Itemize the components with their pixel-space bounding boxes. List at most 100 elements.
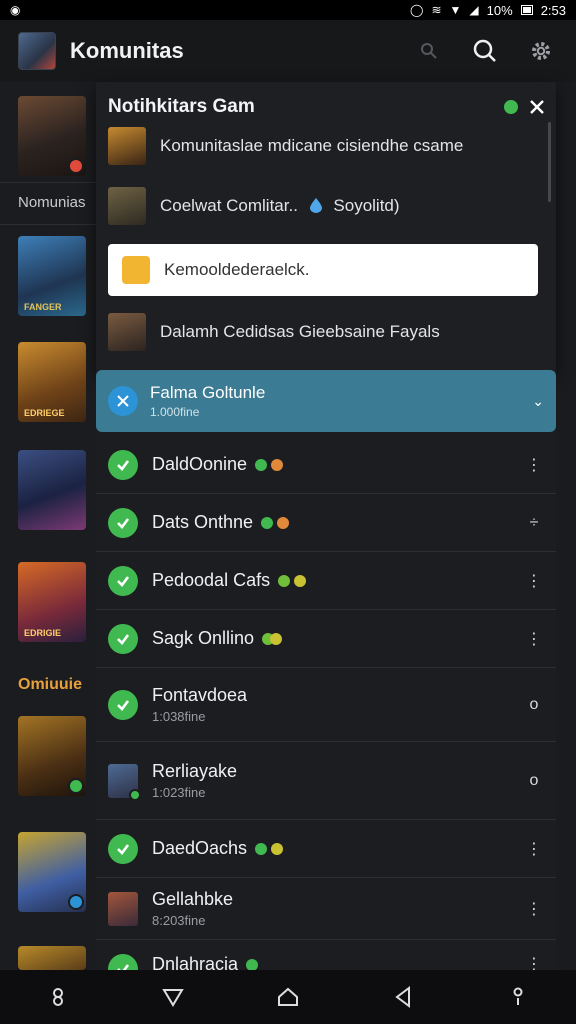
check-icon: [108, 507, 138, 538]
notification-text: Dalamh Cedidsas Gieebsaine Fayals: [160, 322, 440, 341]
check-icon: [108, 623, 138, 654]
gear-icon[interactable]: [524, 34, 558, 68]
notification-thumb: [108, 127, 146, 165]
section-label: Nomunias: [18, 194, 86, 211]
friend-status: 8:203fine: [152, 913, 206, 928]
clock: 2:53: [540, 2, 566, 18]
community-thumb[interactable]: FANGER: [18, 236, 86, 316]
notification-item-highlighted[interactable]: Kemooldederaelck.: [108, 244, 538, 296]
signal-icon: ◢: [469, 3, 479, 17]
friend-row[interactable]: Rerliayake 1:023fine o: [96, 742, 556, 820]
friend-name: Sagk Onllino: [152, 628, 283, 649]
status-dot: [270, 632, 283, 645]
notification-text-part: Soyolitd): [333, 196, 400, 215]
status-dot: [255, 842, 268, 855]
friends-header-subtitle: 1.000fine: [150, 405, 200, 419]
divider: [0, 182, 100, 183]
back-triangle-icon[interactable]: [153, 977, 193, 1017]
status-dot: [255, 458, 268, 471]
friend-row[interactable]: Gellahbke 8:203fine ⋮: [96, 878, 556, 940]
scrollbar[interactable]: [548, 122, 551, 202]
friend-name-text: Pedoodal Cafs: [152, 570, 271, 590]
friends-list: Falma Goltunle 1.000fine ⌄ DaldOonine ⋮ …: [96, 370, 556, 984]
thumb-caption: EDRIGIE: [24, 628, 62, 638]
community-thumb[interactable]: [18, 946, 86, 970]
friend-row[interactable]: DaldOonine ⋮: [96, 436, 556, 494]
notification-text: Coelwat Comlitar.. Soyolitd): [160, 196, 400, 216]
recents-icon[interactable]: [38, 977, 78, 1017]
status-dot: [271, 842, 284, 855]
friend-row[interactable]: Sagk Onllino ⋮: [96, 610, 556, 668]
friend-avatar: [108, 763, 141, 801]
friend-row[interactable]: Dats Onthne ÷: [96, 494, 556, 552]
friend-row[interactable]: Dnlahracia ⋮: [96, 940, 556, 984]
water-drop-icon: [309, 198, 322, 213]
more-options-icon[interactable]: ⋮: [524, 571, 544, 591]
check-icon: [108, 833, 138, 864]
system-nav-bar: [0, 970, 576, 1024]
thumb-caption: EDRIEGE: [24, 408, 65, 418]
status-ring-icon[interactable]: o: [524, 772, 544, 790]
close-icon[interactable]: [526, 96, 548, 118]
more-options-icon[interactable]: ⋮: [524, 839, 544, 859]
check-icon: [108, 565, 138, 596]
friend-row[interactable]: DaedOachs ⋮: [96, 820, 556, 878]
status-dot: [246, 958, 259, 971]
community-thumb[interactable]: [18, 450, 86, 530]
notification-text-part: Coelwat Comlitar..: [160, 196, 298, 215]
battery-percent: 10%: [486, 2, 513, 18]
chevron-down-icon[interactable]: ⌄: [532, 393, 544, 410]
friend-name: DaldOonine: [152, 454, 284, 475]
more-options-icon[interactable]: ⋮: [524, 899, 544, 919]
notification-item[interactable]: Coelwat Comlitar.. Soyolitd): [108, 186, 538, 226]
notification-item[interactable]: Dalamh Cedidsas Gieebsaine Fayals: [108, 312, 538, 352]
page-title: Komunitas: [70, 38, 184, 63]
friend-name: Rerliayake: [152, 761, 238, 781]
friend-name-text: DaldOonine: [152, 454, 248, 474]
alarm-icon: ◯: [410, 3, 424, 17]
notification-panel: Notihkitars Gam Komunitaslae mdicane cis…: [96, 82, 556, 370]
notification-thumb: [108, 187, 146, 225]
friend-name: Dats Onthne: [152, 512, 290, 533]
home-icon[interactable]: [268, 977, 308, 1017]
community-thumb[interactable]: EDRIGIE: [18, 562, 86, 642]
friend-row[interactable]: Fontavdoea 1:038fine o: [96, 668, 556, 742]
divider: [0, 224, 100, 225]
notification-badge: [68, 158, 84, 174]
more-options-icon[interactable]: ÷: [524, 514, 544, 532]
notification-thumb: [108, 313, 146, 351]
shield-status-icon: ◉: [10, 3, 21, 17]
notification-item[interactable]: Komunitaslae mdicane cisiendhe csame: [108, 126, 538, 166]
status-ring-icon[interactable]: o: [524, 696, 544, 714]
online-indicator: [504, 100, 518, 114]
section-label: Omiuuie: [18, 676, 83, 693]
friend-row[interactable]: Pedoodal Cafs ⋮: [96, 552, 556, 610]
friend-avatar: [108, 891, 138, 926]
community-thumb[interactable]: [18, 716, 86, 796]
friend-status: 1:038fine: [152, 709, 206, 724]
notification-thumb: [122, 256, 150, 284]
battery-icon: [520, 5, 533, 15]
app-avatar[interactable]: [18, 32, 56, 70]
status-dot: [278, 574, 291, 587]
friends-header[interactable]: Falma Goltunle 1.000fine ⌄: [96, 370, 556, 432]
back-icon[interactable]: [383, 977, 423, 1017]
status-dot: [271, 458, 284, 471]
notification-text: Komunitaslae mdicane cisiendhe csame: [160, 136, 464, 155]
status-dot: [277, 516, 290, 529]
friends-header-title: Falma Goltunle: [150, 383, 266, 402]
friend-name: DaedOachs: [152, 838, 284, 859]
community-thumb[interactable]: [18, 832, 86, 912]
more-options-icon[interactable]: ⋮: [524, 629, 544, 649]
app-bar: Komunitas: [0, 20, 576, 82]
friend-name-text: DaedOachs: [152, 838, 248, 858]
community-sidebar: Nomunias FANGER EDRIEGE EDRIGIE Omiuuie: [0, 82, 100, 970]
community-thumb[interactable]: EDRIEGE: [18, 342, 86, 422]
search-icon[interactable]: [468, 34, 502, 68]
more-options-icon[interactable]: ⋮: [524, 455, 544, 475]
notification-panel-title: Notihkitars Gam: [108, 96, 255, 117]
online-badge: [68, 778, 84, 794]
assistant-icon[interactable]: [498, 977, 538, 1017]
community-thumb[interactable]: [18, 96, 86, 176]
status-dot: [261, 516, 274, 529]
